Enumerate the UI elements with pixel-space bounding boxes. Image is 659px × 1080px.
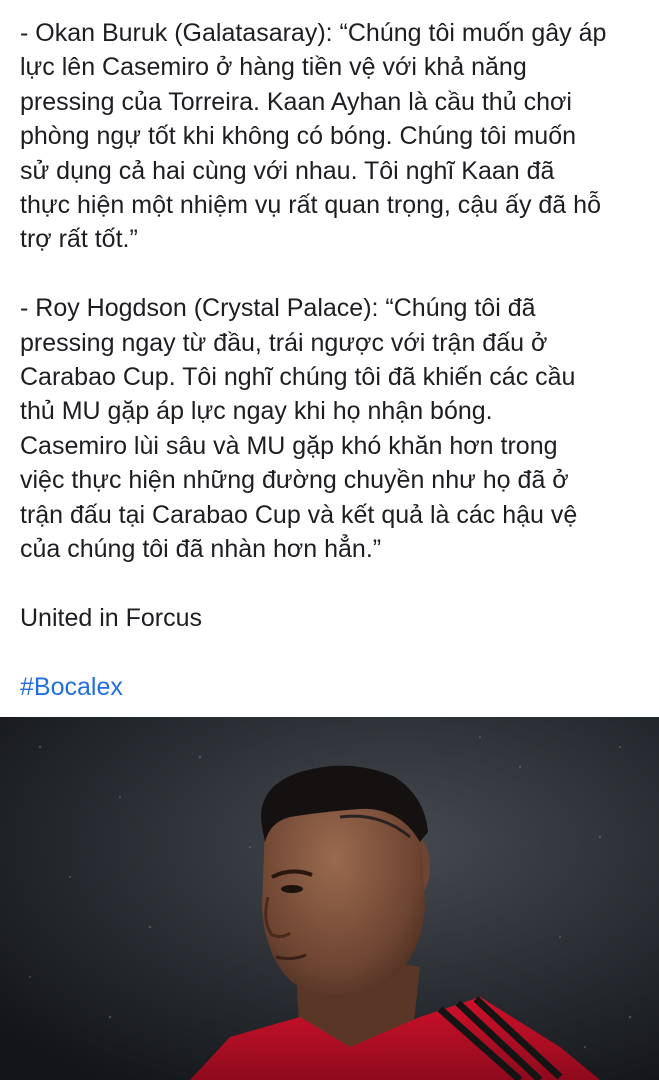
text-line: việc thực hiện những đường chuyền như họ… xyxy=(20,466,569,495)
hashtag-link[interactable]: #Bocalex xyxy=(20,673,123,701)
text-line: của chúng tôi đã nhàn hơn hẳn.” xyxy=(20,535,382,564)
text-line: pressing của Torreira. Kaan Ayhan là cầu… xyxy=(20,87,572,116)
text-line: Carabao Cup. Tôi nghĩ chúng tôi đã khiến… xyxy=(20,363,576,392)
text-line: - Okan Buruk (Galatasaray): “Chúng tôi m… xyxy=(20,19,607,47)
source-credit: United in Forcus xyxy=(20,601,645,635)
text-line: thực hiện một nhiệm vụ rất quan trọng, c… xyxy=(20,191,601,220)
post-body: - Okan Buruk (Galatasaray): “Chúng tôi m… xyxy=(20,16,645,704)
text-line: - Roy Hogdson (Crystal Palace): “Chúng t… xyxy=(20,294,536,323)
quote-okan-buruk: - Okan Buruk (Galatasaray): “Chúng tôi m… xyxy=(20,16,645,257)
text-line: United in Forcus xyxy=(20,603,203,632)
text-line: trợ rất tốt.” xyxy=(20,225,138,254)
eye xyxy=(281,885,303,893)
text-line: pressing ngay từ đầu, trái ngược với trậ… xyxy=(20,328,548,357)
hashtag-line: #Bocalex xyxy=(20,670,645,704)
text-line: trận đấu tại Carabao Cup và kết quả là c… xyxy=(20,500,578,529)
text-line: phòng ngự tốt khi không có bóng. Chúng t… xyxy=(20,122,577,151)
player-photo-illustration xyxy=(0,717,659,1080)
post-photo[interactable] xyxy=(0,717,659,1080)
text-line: sử dụng cả hai cùng với nhau. Tôi nghĩ K… xyxy=(20,156,555,185)
quote-roy-hodgson: - Roy Hogdson (Crystal Palace): “Chúng t… xyxy=(20,291,645,566)
text-line: thủ MU gặp áp lực ngay khi họ nhận bóng. xyxy=(20,397,493,426)
text-line: Casemiro lùi sâu và MU gặp khó khăn hơn … xyxy=(20,431,558,460)
text-line: lực lên Casemiro ở hàng tiền vệ với khả … xyxy=(20,53,527,82)
